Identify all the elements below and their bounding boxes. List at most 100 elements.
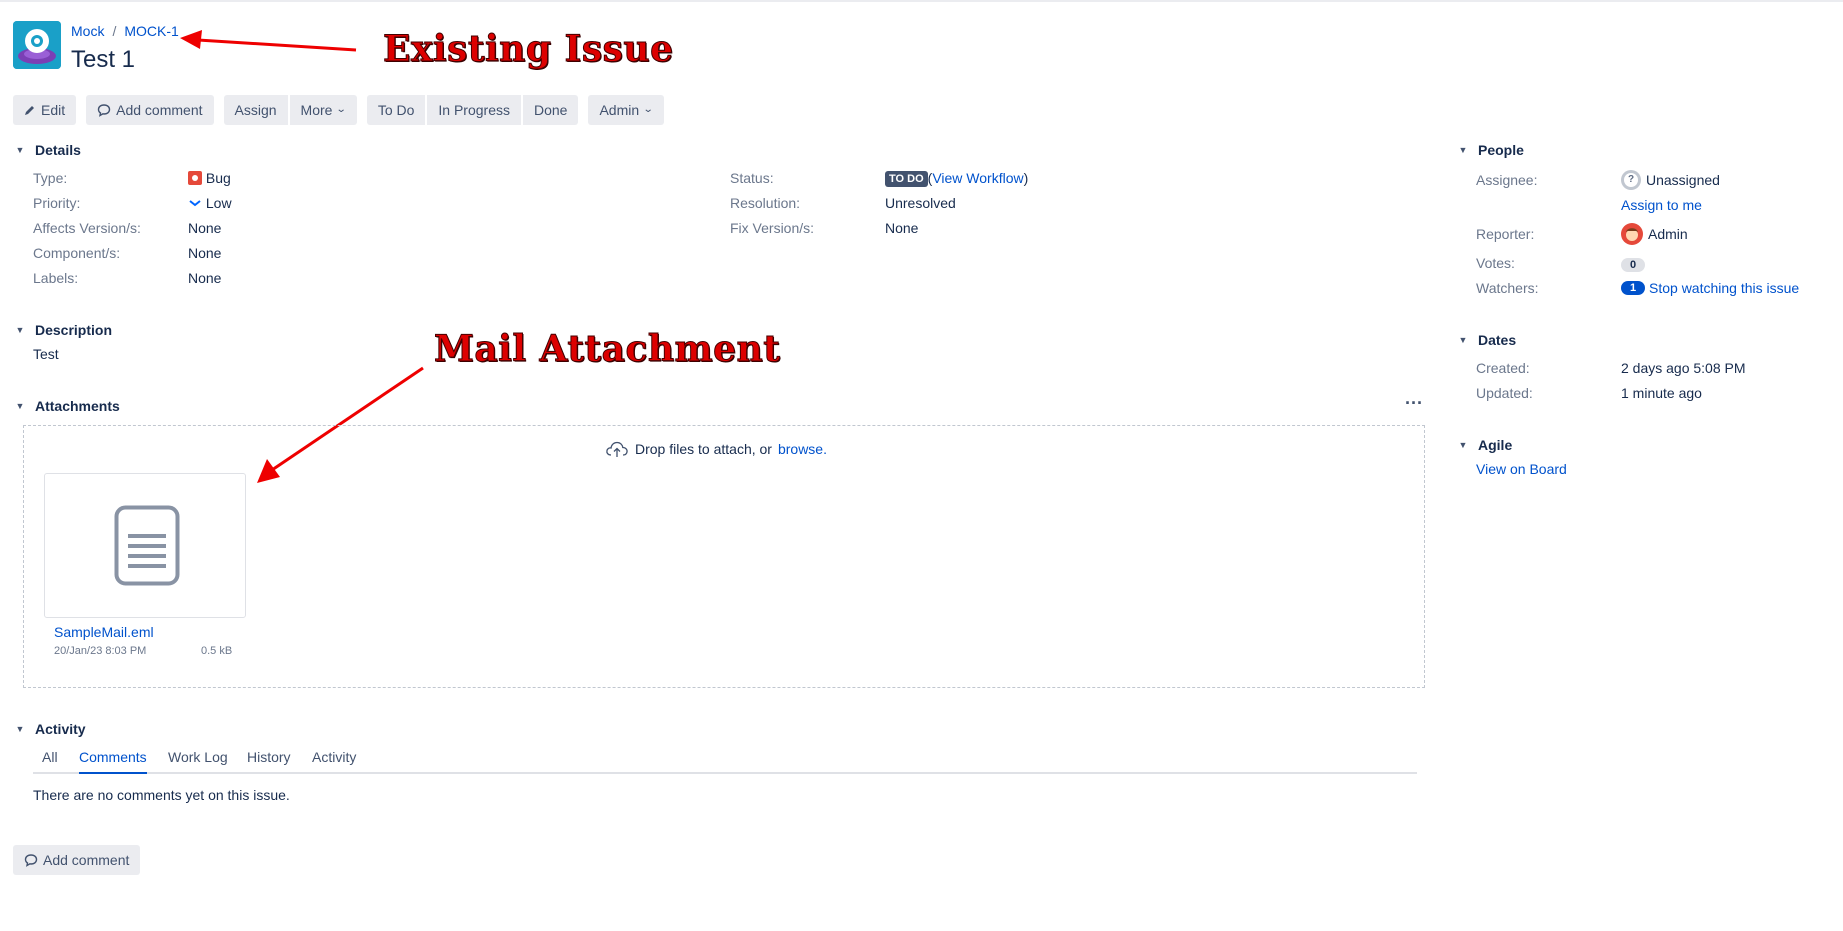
avatar <box>1621 223 1643 245</box>
chevron-down-icon: ▼ <box>1458 145 1468 155</box>
browse-link[interactable]: browse. <box>778 441 827 457</box>
view-workflow-link[interactable]: View Workflow <box>932 170 1023 186</box>
type-text: Bug <box>205 170 231 186</box>
chevron-down-icon: ▼ <box>1458 335 1468 345</box>
pencil-icon <box>25 106 34 115</box>
breadcrumb-project-link[interactable]: Mock <box>71 23 104 39</box>
admin-button[interactable]: Admin ⌄ <box>588 95 664 125</box>
assignee-text: Unassigned <box>1646 172 1720 188</box>
top-border <box>0 0 1843 2</box>
priority-label: Priority: <box>33 195 81 211</box>
breadcrumb: Mock / MOCK-1 <box>71 23 179 39</box>
chevron-down-icon: ▼ <box>15 145 25 155</box>
affects-version-label: Affects Version/s: <box>33 220 141 236</box>
attachment-filename-link[interactable]: SampleMail.eml <box>54 624 154 640</box>
done-transition-button[interactable]: Done <box>523 95 579 125</box>
watchers-label: Watchers: <box>1476 280 1539 296</box>
status-lozenge: TO DO <box>885 171 928 187</box>
more-label: More <box>300 102 333 118</box>
add-comment-button[interactable]: Add comment <box>86 95 214 125</box>
people-section-toggle[interactable]: ▼ People <box>1456 142 1524 158</box>
issue-title: Test 1 <box>71 46 136 73</box>
chevron-down-icon: ⌄ <box>336 104 348 115</box>
comment-icon <box>24 854 38 867</box>
description-section-toggle[interactable]: ▼ Description <box>13 322 112 338</box>
description-text[interactable]: Test <box>33 344 59 364</box>
breadcrumb-issue-key-link[interactable]: MOCK-1 <box>124 23 178 39</box>
chevron-down-icon: ▼ <box>15 401 25 411</box>
existing-issue-arrow <box>180 30 357 52</box>
unassigned-avatar-icon: ? <box>1621 170 1641 190</box>
votes-label: Votes: <box>1476 255 1515 271</box>
todo-transition-button[interactable]: To Do <box>366 95 426 125</box>
reporter-value[interactable]: Admin <box>1621 223 1688 245</box>
drop-files-message: Drop files to attach, or browse. <box>605 440 827 458</box>
status-value: TO DO (View Workflow) <box>885 168 1028 188</box>
dates-heading: Dates <box>1478 332 1517 348</box>
stop-watching-link[interactable]: Stop watching this issue <box>1649 278 1799 298</box>
reporter-text: Admin <box>1648 226 1688 242</box>
no-comments-message: There are no comments yet on this issue. <box>33 787 290 803</box>
updated-value: 1 minute ago <box>1621 385 1702 401</box>
priority-text: Low <box>205 195 232 211</box>
details-heading: Details <box>35 142 81 158</box>
priority-low-icon <box>189 200 201 207</box>
people-heading: People <box>1478 142 1524 158</box>
attachments-heading: Attachments <box>35 398 120 414</box>
dates-section-toggle[interactable]: ▼ Dates <box>1456 332 1517 348</box>
tab-all[interactable]: All <box>42 749 58 765</box>
votes-count-badge: 0 <box>1621 258 1645 272</box>
view-on-board-link[interactable]: View on Board <box>1476 459 1567 479</box>
add-comment-bottom-button[interactable]: Add comment <box>13 845 141 875</box>
project-avatar-icon[interactable] <box>13 21 61 69</box>
tab-comments[interactable]: Comments <box>79 749 147 774</box>
description-heading: Description <box>35 322 113 338</box>
votes-value[interactable]: 0 <box>1621 253 1645 273</box>
assign-to-me-link[interactable]: Assign to me <box>1621 195 1702 215</box>
created-value: 2 days ago 5:08 PM <box>1621 360 1746 376</box>
assign-button[interactable]: Assign <box>223 95 288 125</box>
assignee-label: Assignee: <box>1476 172 1538 188</box>
type-label: Type: <box>33 170 68 186</box>
labels-value: None <box>188 270 222 286</box>
agile-heading: Agile <box>1478 437 1513 453</box>
in-progress-transition-button[interactable]: In Progress <box>427 95 521 125</box>
mail-attachment-annotation: Mail Attachment <box>433 328 781 371</box>
type-value: Bug <box>188 168 231 188</box>
existing-issue-annotation: Existing Issue <box>382 28 674 71</box>
attachments-section-toggle[interactable]: ▼ Attachments <box>13 398 120 414</box>
attachment-thumbnail[interactable] <box>44 473 246 618</box>
watchers-count-badge[interactable]: 1 <box>1621 281 1645 295</box>
breadcrumb-separator: / <box>112 23 117 39</box>
more-button[interactable]: More ⌄ <box>289 95 357 125</box>
add-comment-bottom-label: Add comment <box>43 852 130 868</box>
activity-section-toggle[interactable]: ▼ Activity <box>13 721 86 737</box>
attachment-date: 20/Jan/23 8:03 PM <box>54 645 147 657</box>
chevron-down-icon: ▼ <box>15 325 25 335</box>
edit-button[interactable]: Edit <box>13 95 77 125</box>
tab-work-log[interactable]: Work Log <box>168 749 228 765</box>
component-value: None <box>188 245 222 261</box>
fix-version-value: None <box>885 220 919 236</box>
updated-label: Updated: <box>1476 385 1533 401</box>
assignee-value[interactable]: ? Unassigned <box>1621 170 1720 190</box>
chevron-down-icon: ▼ <box>15 724 25 734</box>
details-section-toggle[interactable]: ▼ Details <box>13 142 81 158</box>
agile-section-toggle[interactable]: ▼ Agile <box>1456 437 1513 453</box>
fix-version-label: Fix Version/s: <box>730 220 815 236</box>
watchers-value: 1 Stop watching this issue <box>1621 278 1799 298</box>
status-label: Status: <box>730 170 774 186</box>
tab-history[interactable]: History <box>247 749 291 765</box>
issue-toolbar: Edit Add comment Assign More ⌄ To Do In … <box>13 95 674 125</box>
tab-activity[interactable]: Activity <box>312 749 356 765</box>
add-comment-label: Add comment <box>116 102 203 118</box>
labels-label: Labels: <box>33 270 79 286</box>
resolution-label: Resolution: <box>730 195 801 211</box>
edit-label: Edit <box>41 102 66 118</box>
activity-heading: Activity <box>35 721 86 737</box>
more-options-icon[interactable]: ··· <box>1405 394 1423 412</box>
bug-icon <box>188 171 202 185</box>
reporter-label: Reporter: <box>1476 226 1535 242</box>
priority-value: Low <box>188 193 232 213</box>
comment-icon <box>97 104 111 117</box>
